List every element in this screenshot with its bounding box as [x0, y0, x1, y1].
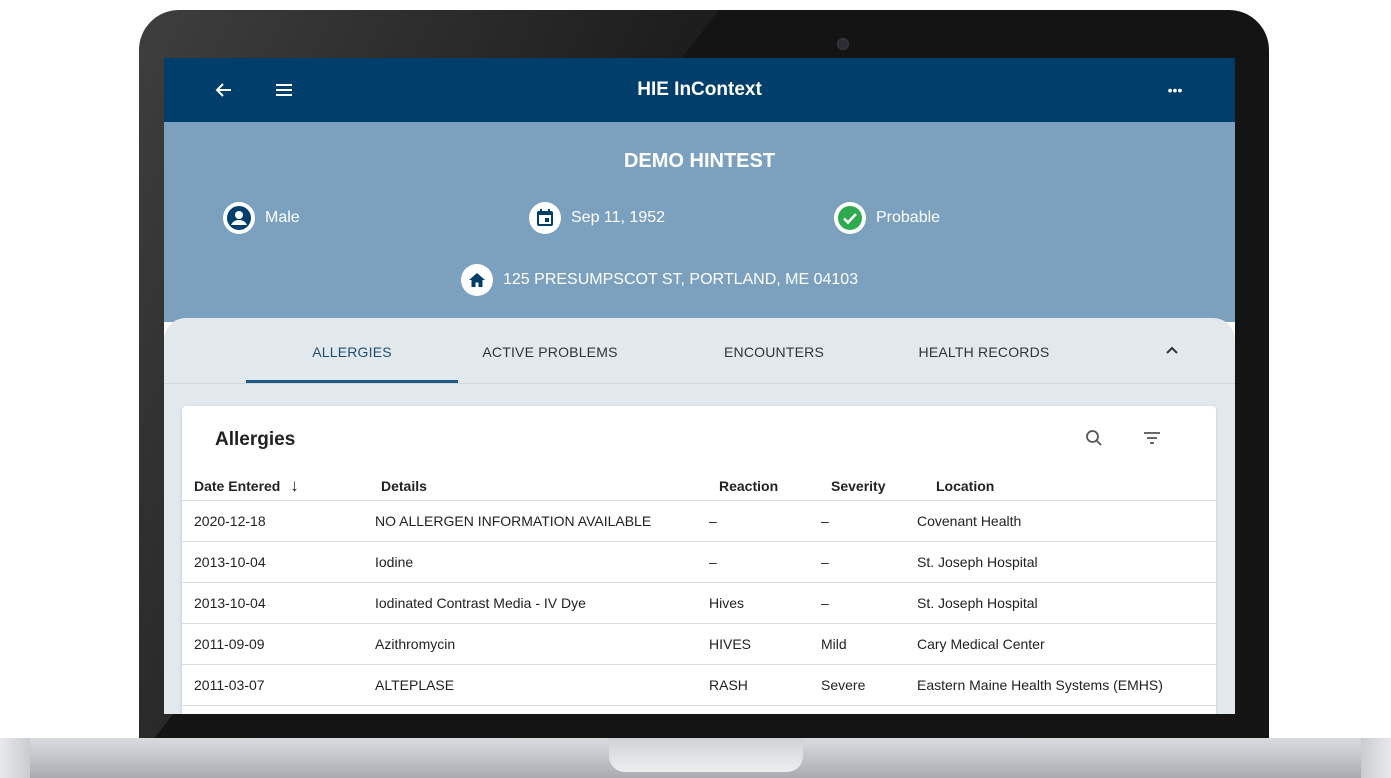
gender-value: Male	[265, 209, 300, 226]
check-circle-icon	[834, 202, 866, 234]
cell-reaction: –	[701, 500, 813, 542]
allergies-table: Date Entered ↓ Details Reaction Severity…	[182, 472, 1216, 706]
address-value: 125 PRESUMPSCOT ST, PORTLAND, ME 04103	[503, 271, 859, 288]
cell-reaction: Hives	[701, 582, 813, 624]
col-date-entered[interactable]: Date Entered ↓	[182, 472, 369, 501]
cell-severity: –	[813, 500, 917, 542]
tabs-area: ALLERGIES ACTIVE PROBLEMS ENCOUNTERS HEA…	[164, 318, 1235, 714]
cell-reaction: RASH	[701, 664, 813, 706]
patient-name: DEMO HINTEST	[623, 150, 776, 172]
cell-date: 2011-03-07	[182, 664, 369, 706]
calendar-icon	[529, 202, 561, 234]
cell-date: 2013-10-04	[182, 541, 369, 583]
cell-location: St. Joseph Hospital	[917, 541, 1216, 583]
cell-severity: –	[813, 541, 917, 583]
app-screen: HIE InContext ••• DEMO HINTEST Male Sep …	[164, 58, 1235, 714]
table-row[interactable]: 2020-12-18 NO ALLERGEN INFORMATION AVAIL…	[182, 500, 1216, 542]
app-bar: HIE InContext •••	[164, 58, 1235, 122]
cell-reaction: HIVES	[701, 623, 813, 665]
match-status-field: Probable	[834, 202, 940, 234]
cell-severity: Mild	[813, 623, 917, 665]
col-date-entered-label: Date Entered	[194, 478, 281, 494]
table-row[interactable]: 2013-10-04 Iodinated Contrast Media - IV…	[182, 582, 1216, 624]
sort-arrow-down-icon[interactable]: ↓	[290, 476, 299, 495]
app-title: HIE InContext	[637, 79, 762, 100]
cell-severity: Severe	[813, 664, 917, 706]
cell-location: St. Joseph Hospital	[917, 582, 1216, 624]
cell-location: Eastern Maine Health Systems (EMHS)	[917, 664, 1216, 706]
table-row[interactable]: 2011-09-09 Azithromycin HIVES Mild Cary …	[182, 623, 1216, 665]
webcam	[837, 38, 849, 50]
tab-allergies[interactable]: ALLERGIES	[246, 344, 458, 360]
chevron-up-icon[interactable]	[1160, 342, 1184, 358]
cell-date: 2020-12-18	[182, 500, 369, 542]
dob-field: Sep 11, 1952	[529, 202, 665, 234]
dob-value: Sep 11, 1952	[571, 209, 666, 226]
allergies-card: Allergies Date Entered ↓ Details Reactio…	[182, 406, 1216, 714]
col-severity[interactable]: Severity	[813, 472, 917, 501]
patient-banner: DEMO HINTEST Male Sep 11, 1952 Probable …	[164, 122, 1235, 322]
col-reaction[interactable]: Reaction	[701, 472, 813, 501]
table-row[interactable]: 2011-03-07 ALTEPLASE RASH Severe Eastern…	[182, 664, 1216, 706]
search-icon[interactable]	[1082, 426, 1106, 450]
allergies-title: Allergies	[215, 429, 296, 450]
table-row[interactable]: 2013-10-04 Iodine – – St. Joseph Hospita…	[182, 541, 1216, 583]
cell-reaction: –	[701, 541, 813, 583]
cell-details: Iodinated Contrast Media - IV Dye	[369, 582, 701, 624]
col-details[interactable]: Details	[369, 472, 701, 501]
account-circle-icon	[223, 202, 255, 234]
cell-date: 2013-10-04	[182, 582, 369, 624]
cell-date: 2011-09-09	[182, 623, 369, 665]
table-header-row: Date Entered ↓ Details Reaction Severity…	[182, 472, 1216, 501]
tab-encounters[interactable]: ENCOUNTERS	[704, 344, 844, 360]
cell-location: Covenant Health	[917, 500, 1216, 542]
laptop-notch	[609, 738, 803, 772]
tab-divider	[164, 383, 1235, 384]
cell-details: NO ALLERGEN INFORMATION AVAILABLE	[369, 500, 701, 542]
cell-details: Iodine	[369, 541, 701, 583]
match-status-value: Probable	[876, 209, 941, 226]
tab-active-problems[interactable]: ACTIVE PROBLEMS	[470, 344, 630, 360]
cell-details: Azithromycin	[369, 623, 701, 665]
cell-details: ALTEPLASE	[369, 664, 701, 706]
col-location[interactable]: Location	[917, 472, 1216, 501]
cell-severity: –	[813, 582, 917, 624]
more-options-icon[interactable]: •••	[1160, 78, 1190, 102]
tab-health-records[interactable]: HEALTH RECORDS	[899, 344, 1069, 360]
address-field: 125 PRESUMPSCOT ST, PORTLAND, ME 04103	[461, 264, 858, 296]
gender-field: Male	[223, 202, 300, 234]
cell-location: Cary Medical Center	[917, 623, 1216, 665]
active-tab-indicator	[246, 380, 458, 383]
filter-icon[interactable]	[1140, 426, 1164, 450]
home-icon	[461, 264, 493, 296]
